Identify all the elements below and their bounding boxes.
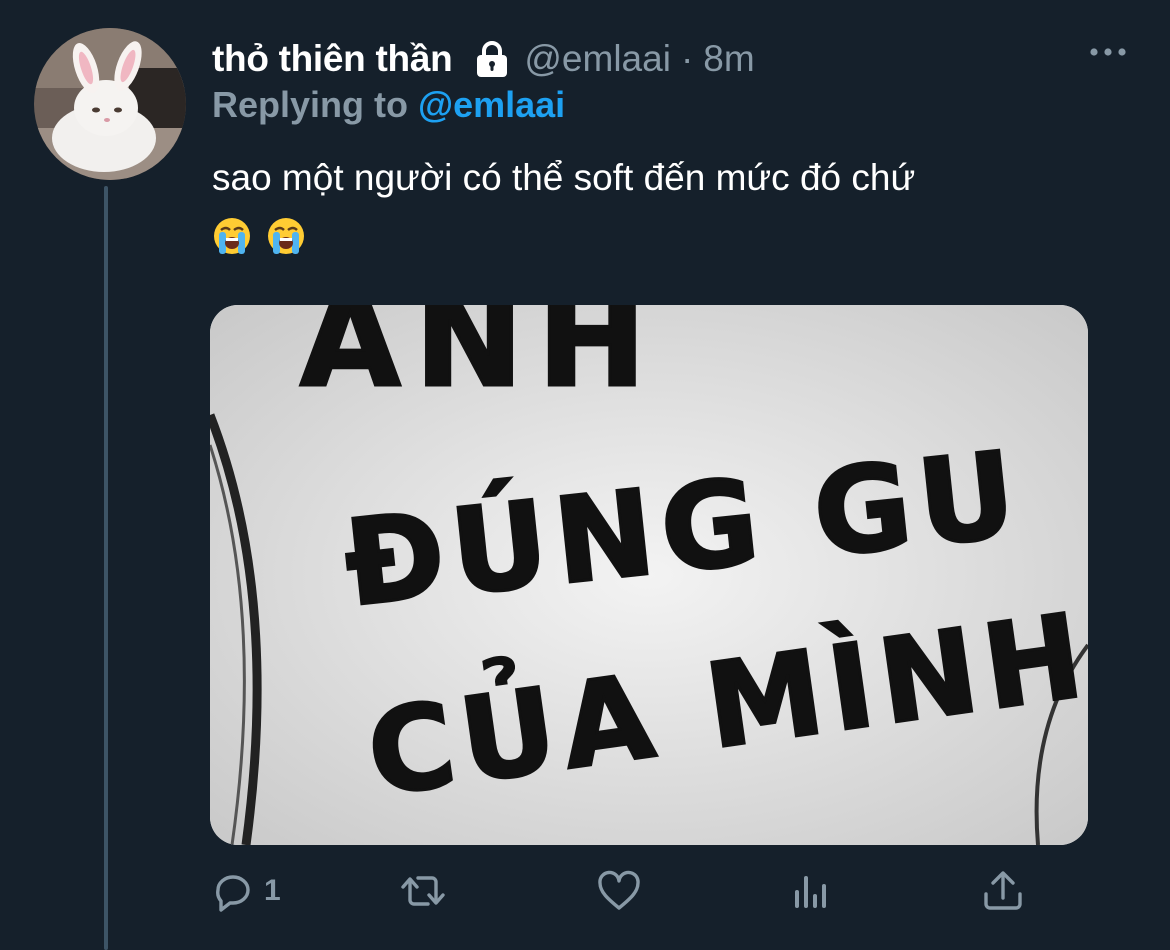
replying-to-label: Replying to <box>212 84 418 125</box>
analytics-button[interactable] <box>790 868 836 914</box>
display-name[interactable]: thỏ thiên thần <box>212 38 453 80</box>
emoji-row <box>212 216 1112 256</box>
reply-mention-link[interactable]: @emlaai <box>418 84 565 125</box>
analytics-icon <box>795 876 826 908</box>
like-button[interactable] <box>596 868 650 914</box>
share-button[interactable] <box>980 868 1026 914</box>
loudly-crying-face-icon <box>214 218 250 254</box>
avatar[interactable] <box>34 28 186 180</box>
like-icon <box>598 870 640 910</box>
manga-panel-image: ANH ĐÚNG GU CỦA MÌNH <box>210 305 1088 845</box>
share-icon <box>984 871 1022 910</box>
retweet-button[interactable] <box>400 868 454 914</box>
retweet-icon <box>401 876 445 906</box>
user-handle[interactable]: @emlaai <box>524 38 671 80</box>
tweet-media-image[interactable]: ANH ĐÚNG GU CỦA MÌNH <box>210 305 1088 845</box>
tweet-header: thỏ thiên thần @emlaai · 8m <box>212 34 755 84</box>
timestamp[interactable]: 8m <box>703 38 754 80</box>
lock-icon <box>477 41 508 77</box>
thread-connector-line <box>104 186 108 950</box>
avatar-image <box>34 28 186 180</box>
loudly-crying-face-icon <box>268 218 304 254</box>
reply-icon <box>216 875 250 912</box>
media-text-line1: ANH <box>300 305 660 416</box>
reply-count: 1 <box>264 874 281 907</box>
separator-dot: · <box>680 38 694 79</box>
tweet-text: sao một người có thể soft đến mức đó chứ <box>212 157 916 198</box>
tweet-body: sao một người có thể soft đến mức đó chứ <box>212 150 1112 256</box>
more-icon[interactable] <box>1088 42 1128 62</box>
reply-button[interactable]: 1 <box>210 868 281 914</box>
replying-to: Replying to @emlaai <box>212 84 565 126</box>
tweet-actions: 1 <box>210 868 1040 928</box>
